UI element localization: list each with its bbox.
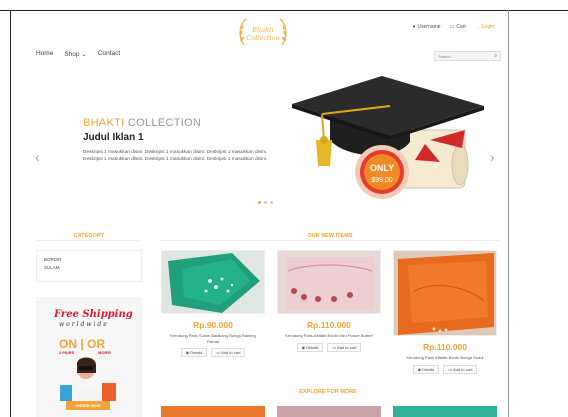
nav-shop-dropdown[interactable]: Shop ⌄ <box>64 50 86 58</box>
nav-home[interactable]: Home <box>36 50 53 58</box>
eye-icon: ◉ <box>417 366 422 372</box>
product-price: Rp.90.000 <box>193 320 233 330</box>
product-card: Rp.110.000 Kerudung Paris Affafah Bordir… <box>393 250 497 374</box>
slider-prev-arrow[interactable]: ‹ <box>35 149 40 165</box>
new-items-title: OUR NEW ITEMS <box>307 233 353 239</box>
search-input[interactable]: Search ⌕ <box>434 51 501 61</box>
pink-scarf-image <box>278 251 380 313</box>
username-link[interactable]: ● Username <box>412 24 440 30</box>
add-to-cart-button[interactable]: ▭ Add to cart <box>327 342 362 352</box>
new-items-divider <box>160 240 500 241</box>
login-icon: → <box>474 24 480 30</box>
product-card: Rp.110.000 Kerudung Paris Affafah Bordir… <box>277 250 381 352</box>
cart-icon: ▭ <box>216 350 221 355</box>
product-actions: ◉ Details ▭ Add to cart <box>161 348 265 357</box>
add-to-cart-button[interactable]: ▭ Add to cart <box>211 348 246 357</box>
graduation-cap-image: ONLY $99.00 <box>292 76 484 199</box>
bhakti-logo[interactable]: Bhakti Collection <box>236 15 290 51</box>
green-scarf-image <box>162 251 264 313</box>
details-button[interactable]: ◉ Details <box>412 364 440 374</box>
slider-dot[interactable] <box>258 201 261 204</box>
details-button[interactable]: ◉ Details <box>180 348 208 357</box>
cart-icon: ▭ <box>448 366 453 372</box>
slide-ad-title: Judul Iklan 1 <box>83 132 144 143</box>
eye-icon: ◉ <box>185 350 190 355</box>
main-nav: Home Shop ⌄ Contact <box>36 50 120 58</box>
product-name[interactable]: Kerudung Paris Affafah Bordir Bunga Sudu… <box>393 355 497 361</box>
product-card: Rp.90.000 Kerudung Paris Sulam Balakang … <box>161 250 265 357</box>
product-image[interactable] <box>161 250 265 314</box>
slide-ad-description: Deskripsi 1 masukkan disini. Deskripsi 1… <box>83 150 268 162</box>
slider-dot[interactable] <box>270 201 273 204</box>
slider-dot[interactable] <box>264 201 267 204</box>
svg-text:Bhakti: Bhakti <box>251 26 273 34</box>
slider-dots <box>258 201 273 204</box>
cart-icon: ▭ <box>449 24 455 30</box>
svg-text:Collection: Collection <box>246 34 279 42</box>
badge-price-text: $99.00 <box>371 177 393 184</box>
category-item-bordir[interactable]: BORDIR <box>44 256 134 264</box>
category-list: BORDIR SULAM <box>36 250 142 282</box>
login-link[interactable]: → Login <box>475 24 494 30</box>
search-icon[interactable]: ⌕ <box>494 53 497 59</box>
add-to-cart-button[interactable]: ▭ Add to cart <box>443 364 478 374</box>
product-price: Rp.110.000 <box>423 342 467 352</box>
slide-brand-title: BHAKTI COLLECTION <box>83 117 202 129</box>
product-image[interactable] <box>393 250 497 336</box>
frame-left-line <box>10 10 11 417</box>
explore-more-title[interactable]: EXPLORE FOR MORE <box>160 389 496 395</box>
category-divider <box>36 240 142 241</box>
promo-headline: Free Shipping <box>54 309 133 320</box>
frame-right-line <box>508 10 509 417</box>
user-icon: ● <box>412 24 416 30</box>
product-name[interactable]: Kerudung Paris Sulam Balakang Bunga Rant… <box>161 333 265 344</box>
free-shipping-banner[interactable]: Free Shipping worldwide ON | OR 2 PAIRS … <box>36 297 142 417</box>
slider-next-arrow[interactable]: › <box>490 149 495 165</box>
product-actions: ◉ Details ▭ Add to cart <box>277 342 381 352</box>
cart-icon: ▭ <box>332 344 337 350</box>
cart-link[interactable]: ▭ Cart <box>450 24 466 30</box>
nav-contact[interactable]: Contact <box>98 50 120 58</box>
product-price: Rp.110.000 <box>307 320 351 330</box>
promo-on-or: ON | OR <box>59 337 106 351</box>
category-title: CATEGORY <box>73 233 105 239</box>
product-image-peek[interactable] <box>161 406 265 417</box>
eye-icon: ◉ <box>301 344 306 350</box>
promo-woman-image <box>60 357 116 403</box>
orange-scarf-image <box>394 251 496 335</box>
product-actions: ◉ Details ▭ Add to cart <box>393 364 497 374</box>
promo-subheadline: worldwide <box>59 321 109 328</box>
product-image[interactable] <box>277 250 381 314</box>
details-button[interactable]: ◉ Details <box>296 342 324 352</box>
product-name[interactable]: Kerudung Paris Affafah Bordir Mini Flowe… <box>277 333 381 339</box>
frame-top-line <box>0 10 568 11</box>
product-image-peek[interactable] <box>277 406 381 417</box>
category-item-sulam[interactable]: SULAM <box>44 264 134 272</box>
order-now-button[interactable]: ORDER NOW <box>66 401 110 410</box>
badge-only-text: ONLY <box>370 163 394 173</box>
product-image-peek[interactable] <box>393 406 497 417</box>
user-nav: ● Username ▭ Cart → Login <box>412 24 494 30</box>
